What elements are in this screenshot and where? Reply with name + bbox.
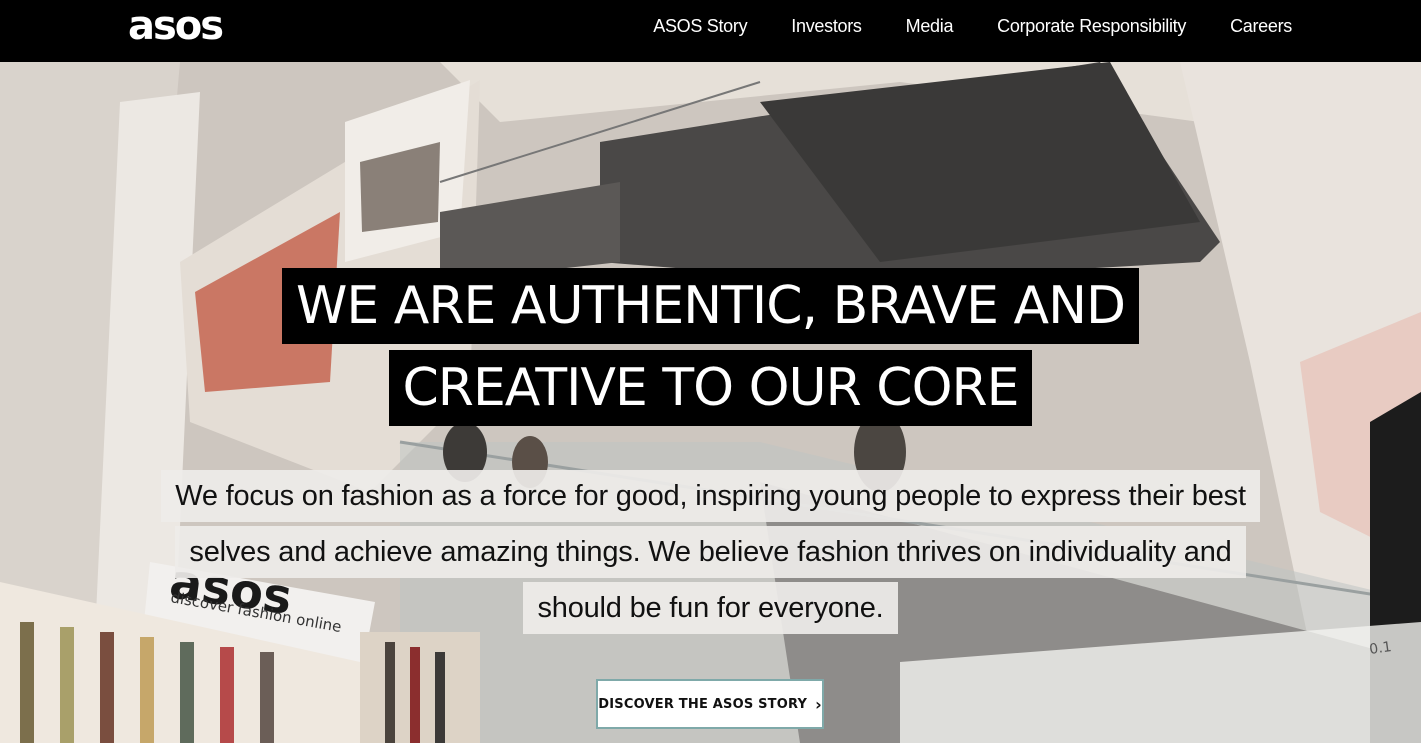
nav-item-asos-story[interactable]: ASOS Story bbox=[653, 16, 747, 37]
hero-description-line-3: should be fun for everyone. bbox=[523, 582, 898, 634]
nav-item-corporate-responsibility[interactable]: Corporate Responsibility bbox=[997, 16, 1186, 37]
chevron-right-icon: › bbox=[815, 694, 822, 714]
hero-description: We focus on fashion as a force for good,… bbox=[0, 470, 1421, 634]
hero-headline-line-1: WE ARE AUTHENTIC, BRAVE AND bbox=[281, 268, 1140, 344]
hero-description-line-1: We focus on fashion as a force for good,… bbox=[161, 470, 1260, 522]
hero-headline: WE ARE AUTHENTIC, BRAVE AND CREATIVE TO … bbox=[0, 268, 1421, 426]
top-navigation-bar: asos ASOS Story Investors Media Corporat… bbox=[0, 0, 1421, 62]
nav-item-investors[interactable]: Investors bbox=[791, 16, 862, 37]
nav-item-careers[interactable]: Careers bbox=[1230, 16, 1292, 37]
hero-section: asos discover fashion online 0.1 WE ARE … bbox=[0, 62, 1421, 743]
main-nav: ASOS Story Investors Media Corporate Res… bbox=[653, 0, 1292, 52]
hero-description-line-2: selves and achieve amazing things. We be… bbox=[175, 526, 1246, 578]
cta-label: DISCOVER THE ASOS STORY bbox=[598, 696, 808, 712]
background-wall-text: 0.1 bbox=[1368, 639, 1392, 658]
nav-item-media[interactable]: Media bbox=[906, 16, 954, 37]
hero-headline-line-2: CREATIVE TO OUR CORE bbox=[388, 350, 1033, 426]
discover-asos-story-button[interactable]: DISCOVER THE ASOS STORY › bbox=[596, 679, 824, 729]
asos-logo[interactable]: asos bbox=[128, 6, 224, 46]
